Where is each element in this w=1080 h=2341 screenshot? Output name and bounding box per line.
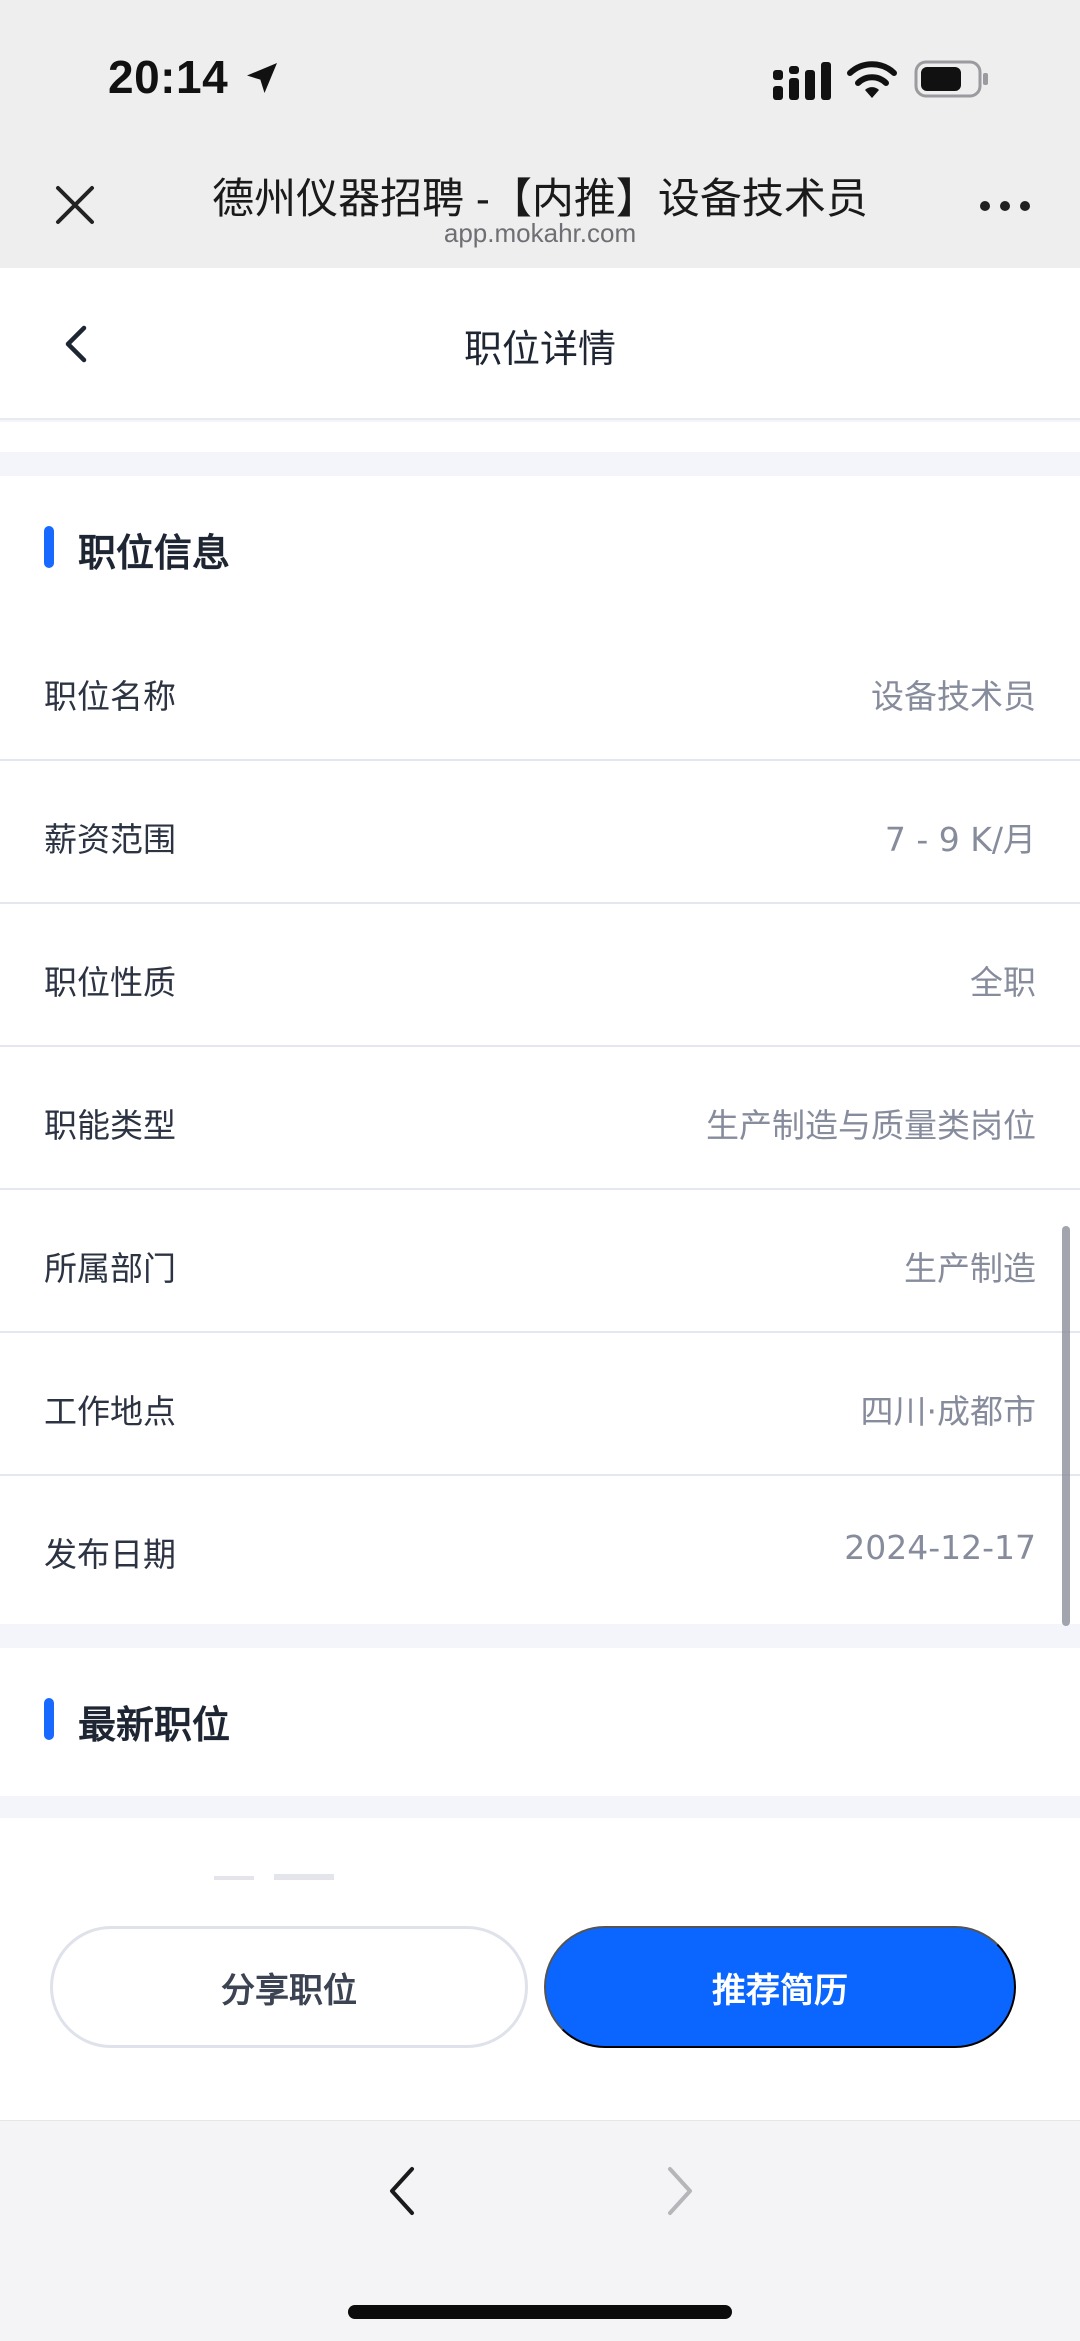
info-value: 四川·成都市 [860,1392,1037,1431]
battery-icon [914,60,988,98]
signal-icon [773,62,831,100]
scrollbar[interactable] [1062,1226,1070,1626]
browser-url[interactable]: app.mokahr.com [180,218,900,249]
share-job-button[interactable]: 分享职位 [50,1926,528,2048]
job-info-section-header: 职位信息 [0,476,1080,618]
home-indicator [348,2305,732,2319]
browser-top-bar: 20:14 德州仪器招聘 -【内推】设备技术员 app.mokahr.com [0,0,1080,268]
section-accent-bar [44,1698,54,1740]
info-label: 薪资范围 [44,820,176,859]
info-value: 2024-12-17 [844,1528,1036,1567]
info-label: 所属部门 [44,1249,176,1288]
action-bar: 分享职位 推荐简历 [0,1880,1080,2120]
info-value: 设备技术员 [871,677,1036,716]
close-icon[interactable] [50,180,100,230]
app-header: 职位详情 [0,268,1080,420]
info-row-function: 职能类型 生产制造与质量类岗位 [0,1047,1080,1190]
info-label: 职位性质 [44,963,176,1002]
latest-jobs-card: 最新职位 [0,1648,1080,1796]
info-value: 生产制造 [904,1249,1036,1288]
info-value: 生产制造与质量类岗位 [706,1106,1036,1145]
info-label: 工作地点 [44,1392,176,1431]
nav-forward-icon[interactable] [662,2161,698,2221]
nav-back-icon[interactable] [384,2161,420,2221]
header-spacer [0,422,1080,452]
job-info-section-title: 职位信息 [78,531,231,575]
more-icon[interactable] [978,196,1032,216]
browser-bottom-bar [0,2120,1080,2341]
recommend-resume-button[interactable]: 推荐简历 [544,1926,1016,2048]
info-row-salary: 薪资范围 7 - 9 K/月 [0,761,1080,904]
info-row-job-name: 职位名称 设备技术员 [0,618,1080,761]
info-value: 7 - 9 K/月 [884,820,1036,859]
info-label: 职能类型 [44,1106,176,1145]
info-row-location: 工作地点 四川·成都市 [0,1333,1080,1476]
wifi-icon [847,61,897,98]
info-label: 职位名称 [44,677,176,716]
info-row-job-type: 职位性质 全职 [0,904,1080,1047]
job-info-card: 职位信息 职位名称 设备技术员 薪资范围 7 - 9 K/月 职位性质 全职 职… [0,476,1080,1624]
info-row-department: 所属部门 生产制造 [0,1190,1080,1333]
browser-page-title: 德州仪器招聘 -【内推】设备技术员 [212,175,868,222]
info-label: 发布日期 [44,1535,176,1574]
status-time: 20:14 [108,51,229,103]
location-arrow-icon [247,63,277,93]
info-value: 全职 [970,963,1036,1002]
section-accent-bar [44,526,54,568]
header-title: 职位详情 [463,327,616,371]
info-row-publish-date: 发布日期 2024-12-17 [0,1476,1080,1619]
latest-jobs-section-title: 最新职位 [78,1703,231,1747]
latest-jobs-section-header: 最新职位 [0,1648,1080,1790]
